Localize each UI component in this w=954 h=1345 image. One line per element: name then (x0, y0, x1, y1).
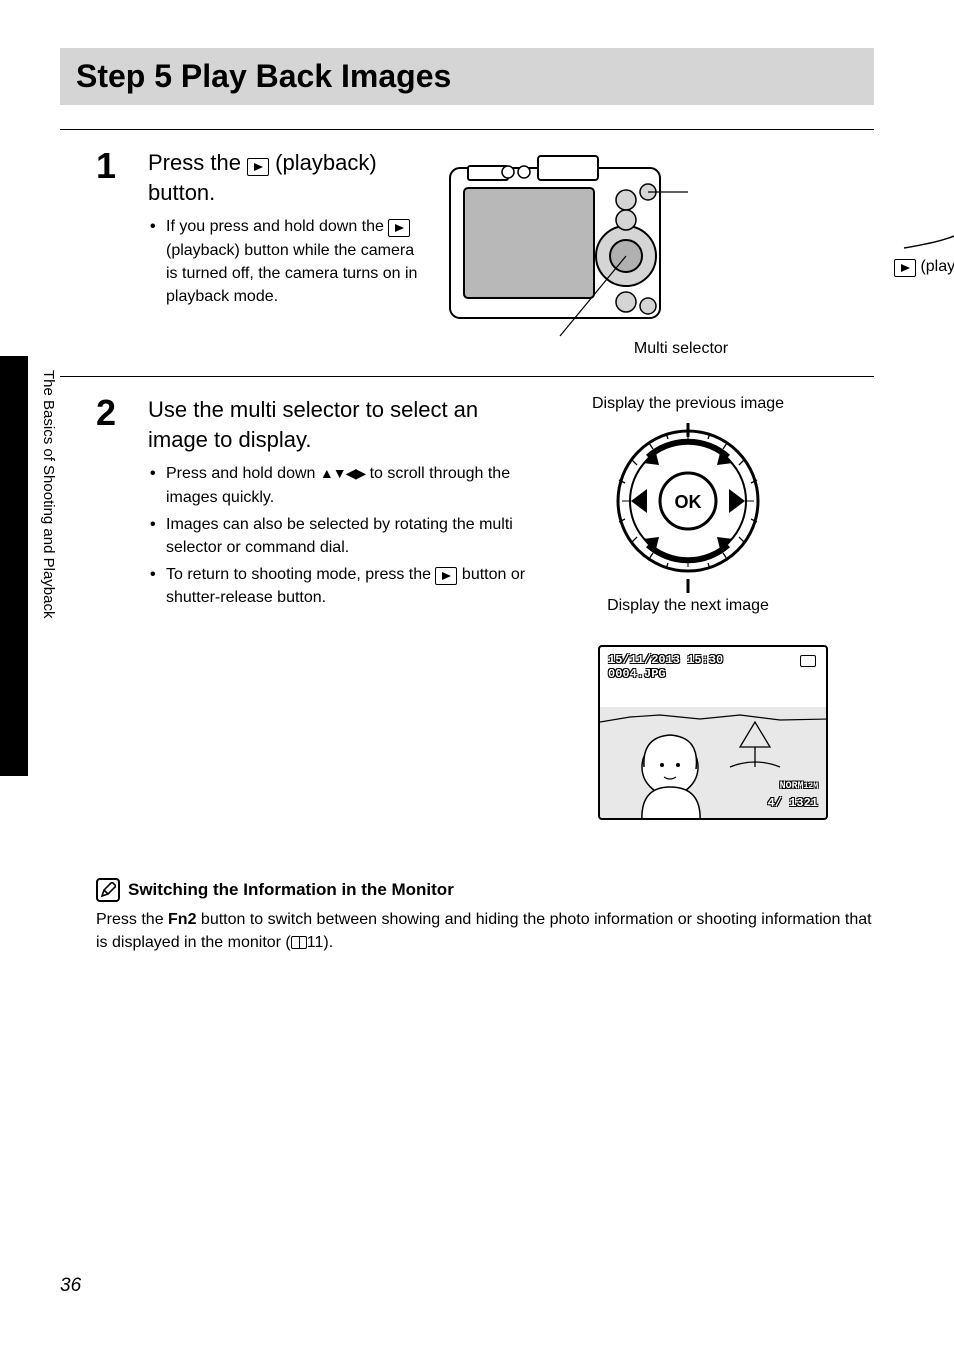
sample-photo-illustration (600, 647, 828, 820)
step-number-1: 1 (96, 148, 124, 358)
multi-selector-label: Multi selector (488, 340, 874, 358)
pencil-icon (96, 878, 120, 902)
step-1: 1 Press the (playback) button. If you pr… (60, 148, 874, 358)
camera-back-illustration (448, 148, 693, 348)
page-number: 36 (60, 1275, 81, 1297)
section-title: Step 5 Play Back Images (76, 58, 858, 95)
note-title: Switching the Information in the Monitor (128, 880, 454, 900)
playback-icon (435, 567, 457, 585)
step1-illustration: (playback) button Multi selector (448, 148, 874, 358)
manual-reference-icon (291, 936, 307, 949)
divider (60, 376, 874, 377)
screen-counter: 4/ 1321 (768, 796, 818, 810)
section-title-bar: Step 5 Play Back Images (60, 48, 874, 105)
section-tab (0, 356, 28, 776)
playback-icon (247, 158, 269, 176)
step1-bullets: If you press and hold down the (playback… (148, 215, 428, 308)
step1-heading-before: Press the (148, 150, 247, 175)
playback-screen-preview: 15/11/2013 15:30 0004.JPG (598, 645, 828, 820)
playback-icon (388, 219, 410, 237)
callout-line (894, 168, 954, 288)
step2-bullet-3: To return to shooting mode, press the bu… (148, 563, 528, 609)
step-number-2: 2 (96, 395, 124, 820)
step2-bullet-2: Images can also be selected by rotating … (148, 513, 528, 559)
step1-heading: Press the (playback) button. (148, 148, 428, 207)
prev-image-label: Display the previous image (548, 395, 828, 413)
divider (60, 129, 874, 130)
next-image-label: Display the next image (548, 597, 828, 615)
note-body-mid: button to switch between showing and hid… (96, 911, 872, 951)
note-body: Press the Fn2 button to switch between s… (96, 908, 874, 954)
multi-selector-illustration: OK (578, 421, 798, 581)
fn2-label: Fn2 (168, 911, 196, 928)
side-label: The Basics of Shooting and Playback (40, 370, 57, 618)
arrows-icon: ▲▼◀▶ (320, 465, 365, 481)
step2-bullets: Press and hold down ▲▼◀▶ to scroll throu… (148, 462, 528, 609)
step1-bullet-1: If you press and hold down the (playback… (148, 215, 428, 308)
note-page-ref: 11). (307, 934, 333, 951)
screen-quality: NORM12M (780, 781, 818, 792)
next-indicator (687, 579, 690, 593)
note-section: Switching the Information in the Monitor… (60, 878, 874, 954)
step2-heading: Use the multi selector to select an imag… (148, 395, 528, 454)
prev-indicator (687, 423, 690, 437)
svg-text:OK: OK (675, 492, 702, 512)
note-body-before: Press the (96, 911, 168, 928)
step-2: 2 Use the multi selector to select an im… (60, 395, 874, 820)
step2-bullet-1: Press and hold down ▲▼◀▶ to scroll throu… (148, 462, 528, 508)
